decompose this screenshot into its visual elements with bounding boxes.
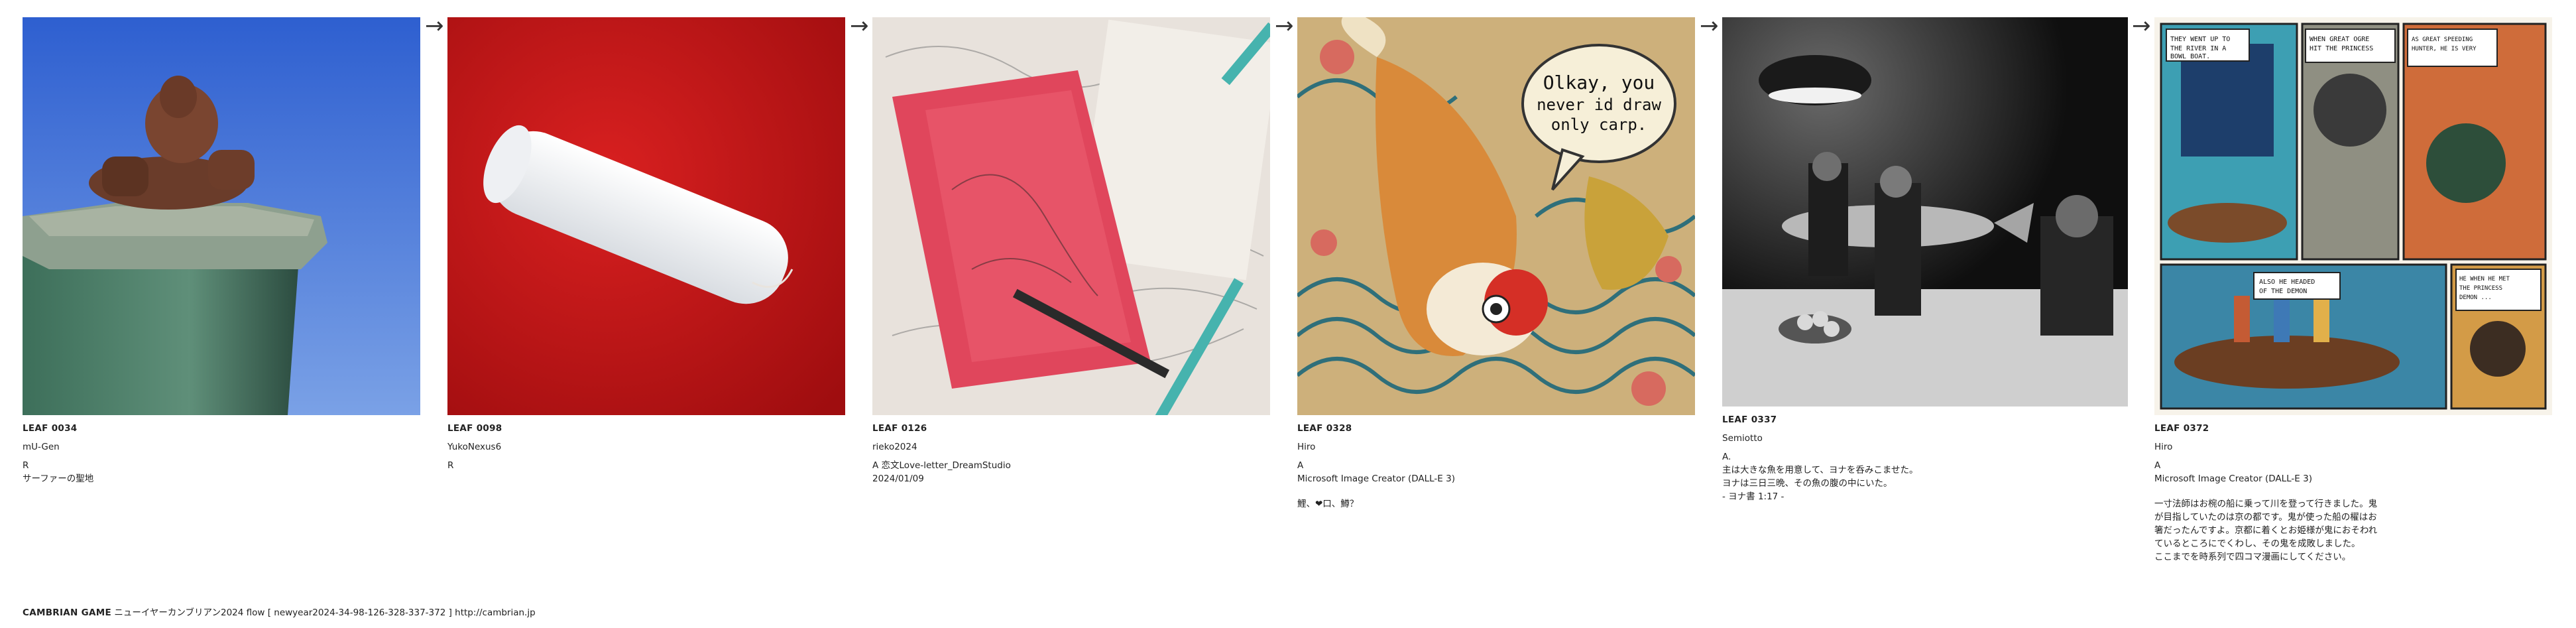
comic-text-1c: BOWL BOAT.	[2170, 53, 2210, 60]
comic-text-1b: THE RIVER IN A	[2170, 45, 2226, 52]
leaf-tool: Microsoft Image Creator (DALL-E 3)	[2154, 473, 2312, 484]
leaf-id: LEAF 0372	[2154, 423, 2209, 434]
leaf-mode: R	[23, 460, 29, 471]
comic-text-2b: HIT THE PRINCESS	[2310, 45, 2373, 52]
speech-bubble-line2: never id draw	[1537, 95, 1661, 114]
comic-text-4b: OF THE DEMON	[2259, 288, 2307, 295]
leaf-mode: A	[1297, 460, 1304, 471]
leaf-card-0328[interactable]: Olkay, you never id draw only carp. LEAF…	[1297, 17, 1695, 511]
leaf-caption: 主は大きな魚を用意して、ヨナを呑みこませた。 ヨナは三日三晩、その魚の腹の中にい…	[1722, 465, 1918, 502]
comic-text-5c: DEMON ...	[2459, 294, 2492, 301]
leaf-id: LEAF 0126	[872, 423, 927, 434]
comic-text-2: WHEN GREAT OGRE	[2310, 36, 2369, 43]
footer-text[interactable]: ニューイヤーカンブリアン2024 flow [ newyear2024-34-9…	[114, 607, 535, 618]
leaf-image-fish-dinner[interactable]	[1722, 17, 2128, 407]
leaf-mode: A	[2154, 460, 2161, 471]
leaf-caption: サーファーの聖地	[23, 473, 94, 484]
leaf-date: 2024/01/09	[872, 473, 924, 484]
comic-text-4: ALSO HE HEADED	[2259, 279, 2315, 286]
comic-text-5b: THE PRINCESS	[2459, 285, 2502, 292]
leaf-card-0126[interactable]: LEAF 0126 rieko2024 A 恋文Love-letter_Drea…	[872, 17, 1270, 485]
leaf-author[interactable]: Hiro	[2154, 440, 2552, 454]
flow-arrow-icon: →	[2132, 13, 2151, 39]
leaf-author[interactable]: rieko2024	[872, 440, 1270, 454]
leaf-card-0337[interactable]: LEAF 0337 Semiotto A. 主は大きな魚を用意して、ヨナを呑みこ…	[1722, 17, 2128, 503]
leaf-mode: R	[447, 460, 454, 471]
leaf-tool: Microsoft Image Creator (DALL-E 3)	[1297, 473, 1455, 484]
flow-arrow-icon: →	[850, 13, 869, 39]
flow-arrow-icon: →	[425, 13, 444, 39]
leaf-author[interactable]: mU-Gen	[23, 440, 420, 454]
comic-text-3b: HUNTER, HE IS VERY	[2412, 46, 2477, 52]
leaf-id: LEAF 0337	[1722, 414, 1777, 425]
speech-bubble-line1: Olkay, you	[1543, 72, 1655, 94]
comic-text-3: AS GREAT SPEEDING	[2412, 36, 2473, 43]
leaf-mode: A.	[1722, 452, 1731, 462]
leaf-author[interactable]: Hiro	[1297, 440, 1695, 454]
leaf-image-surfer-statue[interactable]	[23, 17, 420, 415]
leaf-author[interactable]: YukoNexus6	[447, 440, 845, 454]
comic-text-5: HE WHEN HE MET	[2459, 276, 2510, 283]
leaf-caption: 鯉、❤︎口、鱒？	[1297, 499, 1359, 509]
speech-bubble-line3: only carp.	[1551, 115, 1647, 134]
leaf-image-love-letter[interactable]	[872, 17, 1270, 415]
flow-arrow-icon: →	[1700, 13, 1719, 39]
comic-text-1: THEY WENT UP TO	[2170, 36, 2230, 43]
leaf-id: LEAF 0328	[1297, 423, 1352, 434]
leaf-card-0098[interactable]: LEAF 0098 YukoNexus6 R	[447, 17, 845, 472]
leaf-caption: 一寸法師はお椀の船に乗って川を登って行きました。鬼 が目指していたのは京の都です…	[2154, 499, 2378, 562]
footer: CAMBRIAN GAME ニューイヤーカンブリアン2024 flow [ ne…	[23, 605, 536, 618]
leaf-image-carp-illustration[interactable]: Olkay, you never id draw only carp.	[1297, 17, 1695, 415]
leaf-author[interactable]: Semiotto	[1722, 432, 2120, 445]
leaf-card-0372[interactable]: THEY WENT UP TO THE RIVER IN A BOWL BOAT…	[2154, 17, 2552, 564]
leaf-id: LEAF 0098	[447, 423, 502, 434]
leaf-mode: A 恋文Love-letter_DreamStudio	[872, 460, 1011, 471]
leaf-image-towel[interactable]	[447, 17, 845, 415]
leaf-image-issun-boshi-comic[interactable]: THEY WENT UP TO THE RIVER IN A BOWL BOAT…	[2154, 17, 2552, 415]
leaf-card-0034[interactable]: LEAF 0034 mU-Gen R サーファーの聖地	[23, 17, 420, 485]
flow-arrow-icon: →	[1275, 13, 1294, 39]
leaf-id: LEAF 0034	[23, 423, 78, 434]
footer-brand[interactable]: CAMBRIAN GAME	[23, 607, 111, 618]
